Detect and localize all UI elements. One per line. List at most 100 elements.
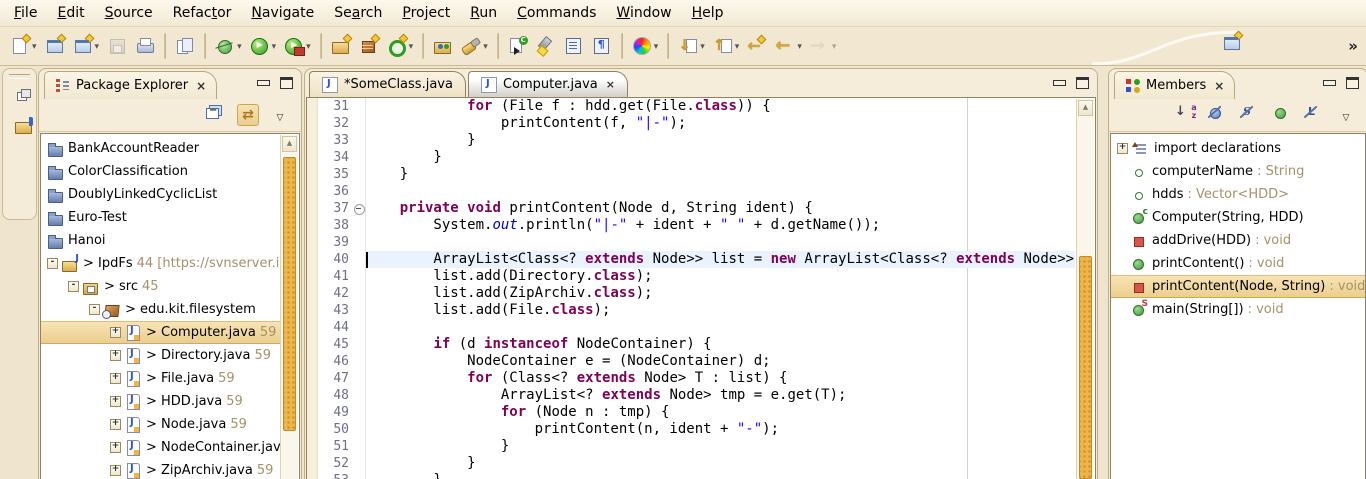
code-line[interactable]: printContent(n, ident + "-"); [366, 421, 1075, 438]
menu-edit[interactable]: Edit [47, 2, 94, 24]
editor-scrollbar[interactable]: ▲ [1076, 99, 1094, 479]
code-editor[interactable]: 3132333435363738394041424344454647484950… [306, 97, 1096, 479]
code-line[interactable]: ArrayList<Class<? extends Node>> list = … [366, 251, 1075, 268]
code-line[interactable]: for (Class<? extends Node> T : list) { [366, 370, 1075, 387]
member-expander-icon[interactable]: + [1117, 143, 1128, 154]
member-row[interactable]: printContent(): void [1111, 252, 1365, 275]
link-with-editor-button[interactable] [237, 104, 259, 126]
new-class-button[interactable]: ▾ [384, 34, 417, 58]
minimized-view-button[interactable] [8, 115, 32, 139]
code-line[interactable]: } [366, 472, 1075, 479]
hide-static-button[interactable] [1239, 104, 1261, 126]
close-icon[interactable]: × [1214, 79, 1224, 93]
collapse-all-button[interactable] [205, 104, 227, 126]
tree-expander-icon[interactable]: + [110, 465, 121, 476]
member-row[interactable]: hdds: Vector<HDD> [1111, 183, 1365, 206]
member-row[interactable]: Smain(String[]): void [1111, 298, 1365, 321]
dropdown-arrow-icon[interactable]: ▾ [32, 41, 37, 52]
color-wheel-button[interactable]: ▾ [629, 34, 662, 58]
dropdown-arrow-icon[interactable]: ▾ [237, 41, 242, 52]
menu-refactor[interactable]: Refactor [163, 2, 242, 24]
member-row[interactable]: +import declarations [1111, 137, 1365, 160]
coverage-button[interactable] [505, 34, 531, 58]
fold-collapse-icon[interactable] [354, 204, 365, 215]
code-line[interactable]: System.out.println("|-" + ident + " " + … [366, 217, 1075, 234]
tree-row[interactable]: -> edu.kit.filesystem [41, 298, 280, 321]
member-row[interactable]: addDrive(HDD): void [1111, 229, 1365, 252]
new-package-button[interactable] [356, 34, 382, 58]
code-line[interactable]: ArrayList<? extends Node> tmp = e.get(T)… [366, 387, 1075, 404]
tree-expander-icon[interactable]: + [110, 373, 121, 384]
minimize-icon[interactable] [1053, 80, 1066, 86]
menu-project[interactable]: Project [392, 2, 460, 24]
dropdown-arrow-icon[interactable]: ▾ [409, 41, 414, 52]
tree-row[interactable]: +> Directory.java59 [41, 344, 280, 367]
editor-tab-computerjava[interactable]: Computer.java× [468, 71, 628, 97]
hide-fields-button[interactable] [1207, 104, 1229, 126]
members-tab[interactable]: Members × [1114, 71, 1235, 99]
tree-row[interactable]: +> NodeContainer.java59 [41, 436, 280, 459]
code-line[interactable] [366, 319, 1075, 336]
new-wizard-button[interactable]: ▾ [7, 34, 40, 58]
open-perspective-button[interactable] [1219, 31, 1245, 55]
tree-expander-icon[interactable]: + [110, 327, 121, 338]
menu-commands[interactable]: Commands [507, 2, 606, 24]
code-line[interactable]: } [366, 438, 1075, 455]
view-menu-button[interactable] [269, 104, 291, 126]
search-button[interactable]: ▾ [458, 34, 491, 58]
maximize-icon[interactable] [1346, 77, 1359, 89]
tree-expander-icon[interactable]: + [110, 396, 121, 407]
run-button[interactable]: ▾ [247, 34, 280, 58]
debug-button[interactable]: ▾ [212, 34, 245, 58]
sort-button[interactable] [1175, 104, 1197, 126]
tree-expander-icon[interactable]: + [110, 350, 121, 361]
tree-expander-icon[interactable]: + [110, 442, 121, 453]
hide-local-types-button[interactable] [1303, 104, 1325, 126]
dropdown-arrow-icon[interactable]: ▾ [700, 41, 705, 52]
member-row[interactable]: computerName: String [1111, 160, 1365, 183]
dropdown-arrow-icon[interactable]: ▾ [483, 41, 488, 52]
new-java-project-button[interactable] [328, 34, 354, 58]
code-line[interactable] [366, 183, 1075, 200]
dropdown-arrow-icon[interactable]: ▾ [797, 41, 802, 52]
scrollbar-thumb[interactable] [283, 157, 296, 431]
scroll-up-icon[interactable]: ▲ [282, 136, 297, 152]
dropdown-arrow-icon[interactable]: ▾ [832, 41, 837, 52]
documents-button[interactable] [172, 34, 198, 58]
dropdown-arrow-icon[interactable]: ▾ [735, 41, 740, 52]
highlighter-button[interactable] [533, 34, 559, 58]
show-public-button[interactable] [1271, 104, 1293, 126]
code-line[interactable]: private void printContent(Node d, String… [366, 200, 1075, 217]
tree-row[interactable]: BankAccountReader [41, 137, 280, 160]
dropdown-arrow-icon[interactable]: ▾ [95, 41, 100, 52]
back-button[interactable]: ▾ [772, 34, 805, 58]
formatting-marks-button[interactable] [589, 34, 615, 58]
close-icon[interactable]: × [606, 78, 615, 91]
tree-row[interactable]: +> Computer.java59 [41, 321, 280, 344]
menu-navigate[interactable]: Navigate [241, 2, 324, 24]
next-annotation-button[interactable]: ▾ [675, 34, 708, 58]
maximize-icon[interactable] [280, 77, 293, 89]
tree-row[interactable]: +> Node.java59 [41, 413, 280, 436]
scroll-up-icon[interactable]: ▲ [1078, 100, 1093, 116]
print-button[interactable] [132, 34, 158, 58]
code-line[interactable]: } [366, 166, 1075, 183]
code-line[interactable]: list.add(ZipArchiv.class); [366, 285, 1075, 302]
dropdown-arrow-icon[interactable]: ▾ [272, 41, 277, 52]
package-explorer-tab[interactable]: Package Explorer × [44, 71, 217, 99]
code-line[interactable]: } [366, 132, 1075, 149]
dropdown-arrow-icon[interactable]: ▾ [306, 41, 311, 52]
new-project-button[interactable] [42, 34, 68, 58]
tree-row[interactable]: ColorClassification [41, 160, 280, 183]
member-row[interactable]: printContent(Node, String): void [1111, 275, 1365, 298]
toolbar-overflow-chevron[interactable]: » [1348, 37, 1358, 55]
code-line[interactable]: printContent(f, "|-"); [366, 115, 1075, 132]
tree-expander-icon[interactable]: - [89, 304, 100, 315]
menu-window[interactable]: Window [606, 2, 681, 24]
member-row[interactable]: cComputer(String, HDD) [1111, 206, 1365, 229]
code-line[interactable]: for (Node n : tmp) { [366, 404, 1075, 421]
open-type-button[interactable] [430, 34, 456, 58]
menu-help[interactable]: Help [682, 2, 734, 24]
tree-row[interactable]: +> HDD.java59 [41, 390, 280, 413]
code-line[interactable]: list.add(File.class); [366, 302, 1075, 319]
